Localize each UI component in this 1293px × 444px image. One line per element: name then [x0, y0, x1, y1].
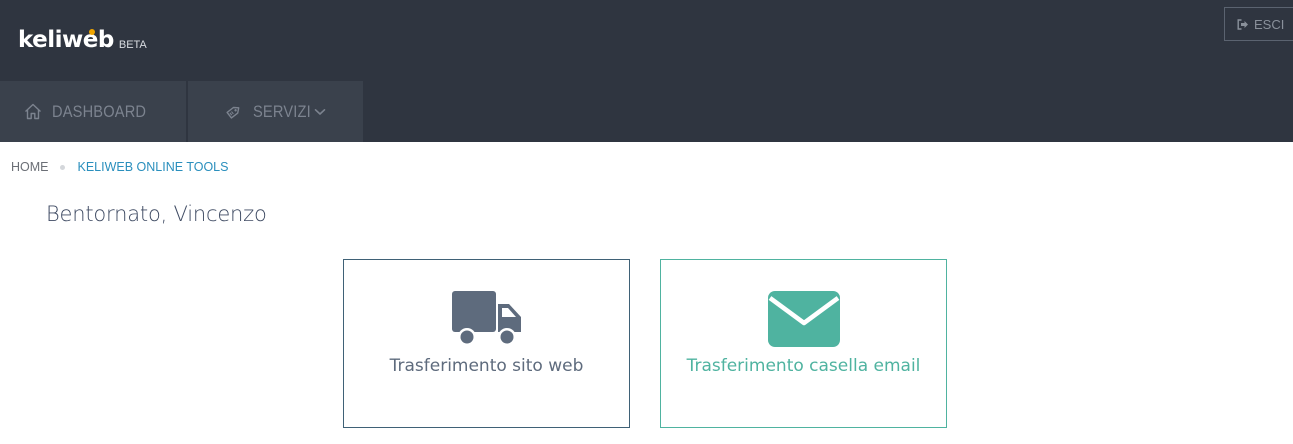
nav-item-dashboard[interactable]: DASHBOARD	[0, 81, 186, 142]
logo-dot	[89, 29, 95, 35]
breadcrumb-current: KELIWEB ONLINE TOOLS	[77, 160, 229, 174]
sign-out-icon	[1237, 18, 1249, 30]
keliweb-logo[interactable]: keliweb BETA	[18, 26, 147, 54]
main-nav: DASHBOARD SERVIZI	[0, 81, 363, 142]
envelope-icon	[661, 290, 946, 348]
logout-button[interactable]: ESCI	[1224, 7, 1293, 41]
beta-badge: BETA	[118, 39, 147, 51]
card-label-website: Trasferimento sito web	[389, 356, 584, 376]
card-email-transfer[interactable]: Trasferimento casella email	[660, 259, 947, 428]
breadcrumb-home[interactable]: HOME	[11, 160, 49, 174]
breadcrumb: HOME KELIWEB ONLINE TOOLS	[11, 160, 228, 174]
chevron-down-icon	[314, 108, 326, 116]
card-label-email: Trasferimento casella email	[686, 356, 921, 376]
breadcrumb-separator	[59, 164, 65, 170]
card-website-transfer[interactable]: Trasferimento sito web	[343, 259, 630, 428]
logo-wordmark: keliweb	[18, 27, 114, 53]
truck-icon	[344, 290, 629, 348]
nav-label-servizi: SERVIZI	[252, 101, 311, 121]
tag-icon	[225, 103, 243, 120]
nav-item-servizi[interactable]: SERVIZI	[188, 81, 363, 142]
welcome-heading: Bentornato, Vincenzo	[46, 202, 267, 226]
logout-label: ESCI	[1254, 16, 1285, 32]
top-header: keliweb BETA ESCI DASHBOARD SERVIZI	[0, 0, 1293, 142]
home-icon	[24, 103, 42, 120]
nav-label-dashboard: DASHBOARD	[52, 101, 147, 121]
